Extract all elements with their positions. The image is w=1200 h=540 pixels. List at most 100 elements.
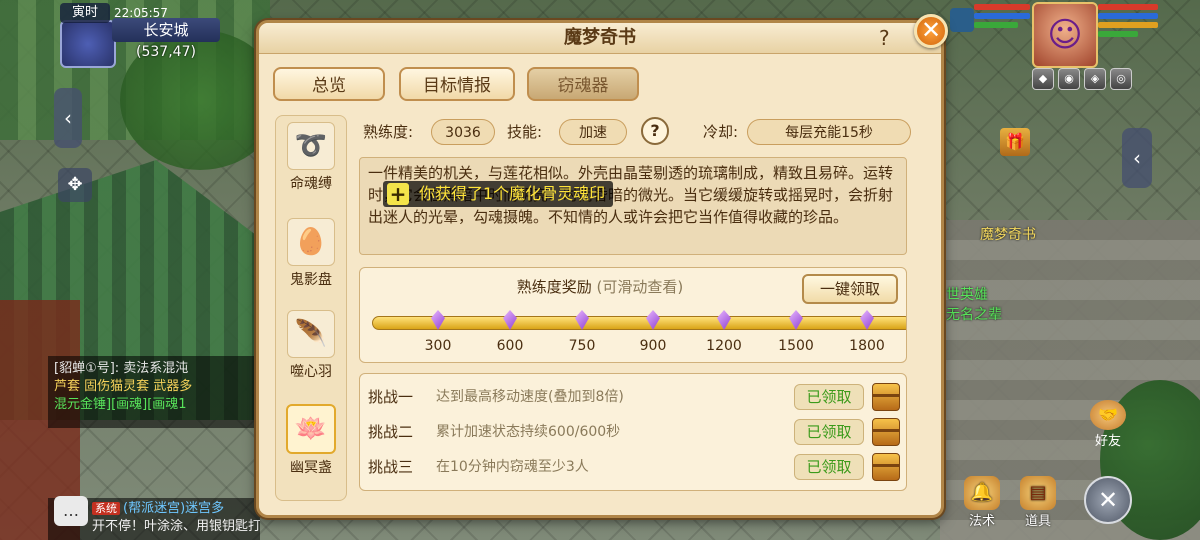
feather-icon: 🪶 <box>287 310 335 358</box>
buff-icon[interactable]: ◆ <box>1032 68 1054 90</box>
artifact-label: 噬心羽 <box>290 364 332 380</box>
tab-target-intel[interactable]: 目标情报 <box>399 67 515 101</box>
artifact-item-feather[interactable]: 🪶 噬心羽 <box>282 310 340 381</box>
chat-line: 开不停！叶涂涂、用银钥匙打开了 <box>92 519 260 534</box>
artifact-item-lamp[interactable]: 🪷 幽冥盏 <box>282 404 340 477</box>
challenge-name: 挑战二 <box>368 423 414 441</box>
npc-title: 无名之辈 <box>946 307 1002 323</box>
proficiency-label: 熟练度: <box>363 123 414 141</box>
friends-button[interactable]: 🤝 好友 <box>1086 400 1130 449</box>
npc-title: 世英雄 <box>946 287 988 303</box>
npc-name: 魔梦奇书 <box>980 227 1036 243</box>
chat-bubble-icon[interactable]: … <box>54 496 88 526</box>
milestone-label: 1800 <box>849 338 885 354</box>
location-coords: (537,47) <box>136 44 196 60</box>
collapse-menu-button[interactable]: ✕ <box>1084 476 1132 524</box>
reward-title: 熟练度奖励 (可滑动查看) <box>360 276 840 297</box>
milestone-gem-icon[interactable] <box>574 310 590 332</box>
items-button[interactable]: ▤ 道具 <box>1018 476 1058 529</box>
buff-icons: ◆ ◉ ◈ ◎ <box>1032 68 1132 90</box>
artifact-item-rope[interactable]: ➰ 命魂缚 <box>282 122 340 193</box>
handshake-icon: 🤝 <box>1090 400 1126 430</box>
cooldown-value: 每层充能15秒 <box>747 119 911 145</box>
milestone-gem-icon[interactable] <box>645 310 661 332</box>
challenge-list: 挑战一 达到最高移动速度(叠加到8倍) 已领取 挑战二 累计加速状态持续600/… <box>359 373 907 491</box>
challenge-desc: 在10分钟内窃魂至少3人 <box>436 459 589 475</box>
claimed-button[interactable]: 已领取 <box>794 454 864 480</box>
dialog-title-bar: 魔梦奇书 ? <box>259 23 941 54</box>
challenge-row: 挑战一 达到最高移动速度(叠加到8倍) 已领取 <box>368 382 900 412</box>
expand-right-arrow-icon[interactable]: ‹ <box>1122 128 1152 188</box>
milestone-label: 1200 <box>706 338 742 354</box>
chat-panel[interactable]: [貂蝉①号]: 卖法系混沌 芦套 固伤猫灵套 武器多 混元金锤][画魂][画魂1 <box>48 356 260 428</box>
challenge-desc: 累计加速状态持续600/600秒 <box>436 424 621 440</box>
dialog-title: 魔梦奇书 <box>564 27 636 48</box>
gift-box-icon[interactable]: 🎁 <box>1000 128 1030 156</box>
proficiency-track <box>372 316 906 330</box>
treasure-chest-icon[interactable] <box>872 383 900 411</box>
artifact-list: ➰ 命魂缚 🥚 鬼影盘 🪶 噬心羽 🪷 幽冥盏 <box>275 115 347 501</box>
buff-icon[interactable]: ◎ <box>1110 68 1132 90</box>
claimed-button[interactable]: 已领取 <box>794 384 864 410</box>
location-name[interactable]: 长安城 <box>112 18 220 42</box>
friends-label: 好友 <box>1094 434 1121 449</box>
magic-book-dialog: 魔梦奇书 ? 总览 目标情报 窃魂器 ➰ 命魂缚 🥚 鬼影盘 🪶 噬心羽 🪷 幽… <box>256 20 944 518</box>
lotus-lamp-icon: 🪷 <box>286 404 336 454</box>
reward-title-text: 熟练度奖励 <box>516 278 592 296</box>
time-of-day-badge: 寅时 <box>60 3 110 23</box>
chat-line: 系统 (帮派迷宫)迷宫多 <box>92 500 254 518</box>
buff-icon[interactable]: ◈ <box>1084 68 1106 90</box>
treasure-chest-icon[interactable] <box>872 453 900 481</box>
close-dialog-button[interactable]: ✕ <box>914 14 948 48</box>
claimed-button[interactable]: 已领取 <box>794 419 864 445</box>
reward-subtitle: (可滑动查看) <box>596 278 684 296</box>
artifact-item-disc[interactable]: 🥚 鬼影盘 <box>282 218 340 289</box>
challenge-name: 挑战一 <box>368 388 414 406</box>
minimap-button[interactable] <box>60 20 116 68</box>
toast-text: 你获得了1个魔化骨灵魂印 <box>419 184 606 203</box>
tab-soul-stealer[interactable]: 窃魂器 <box>527 67 639 101</box>
player-status-bars <box>1098 4 1158 40</box>
treasure-chest-icon: ▤ <box>1020 476 1056 510</box>
skill-label: 技能: <box>507 123 543 141</box>
milestone-gem-icon[interactable] <box>788 310 804 332</box>
cooldown-label: 冷却: <box>703 123 739 141</box>
milestone-gem-icon[interactable] <box>430 310 446 332</box>
move-arrows-icon[interactable]: ✥ <box>58 168 92 202</box>
artifact-label: 鬼影盘 <box>290 272 332 288</box>
system-tag: 系统 <box>92 502 120 515</box>
buff-icon[interactable]: ◉ <box>1058 68 1080 90</box>
chat-line: 芦套 固伤猫灵套 武器多 <box>54 379 193 394</box>
artifact-detail: 熟练度: 3036 技能: 加速 ? 冷却: 每层充能15秒 一件精美的机关，与… <box>355 115 915 499</box>
tab-overview[interactable]: 总览 <box>273 67 385 101</box>
expand-left-arrow-icon[interactable]: ‹ <box>54 88 82 148</box>
player-avatar[interactable]: ☺ <box>1032 2 1098 68</box>
rope-icon: ➰ <box>287 122 335 170</box>
skills-label: 法术 <box>968 514 995 529</box>
milestone-label: 750 <box>568 338 596 354</box>
skill-help-icon[interactable]: ? <box>641 117 669 145</box>
challenge-row: 挑战二 累计加速状态持续600/600秒 已领取 <box>368 417 900 447</box>
challenge-desc: 达到最高移动速度(叠加到8倍) <box>436 389 624 405</box>
reward-toast: + 你获得了1个魔化骨灵魂印 <box>383 181 614 207</box>
challenge-name: 挑战三 <box>368 458 414 476</box>
milestone-label: 600 <box>496 338 524 354</box>
challenge-row: 挑战三 在10分钟内窃魂至少3人 已领取 <box>368 452 900 482</box>
milestone-label: 900 <box>639 338 667 354</box>
bell-icon: 🔔 <box>964 476 1000 510</box>
plus-icon: + <box>387 183 409 205</box>
milestone-gem-icon[interactable] <box>859 310 875 332</box>
chat-text: (帮派迷宫)迷宫多 <box>123 501 225 516</box>
help-icon[interactable]: ? <box>879 25 890 51</box>
milestone-label: 1500 <box>778 338 814 354</box>
treasure-chest-icon[interactable] <box>872 418 900 446</box>
milestone-gem-icon[interactable] <box>502 310 518 332</box>
milestone-gem-icon[interactable] <box>716 310 732 332</box>
red-disc-icon: 🥚 <box>287 218 335 266</box>
skills-button[interactable]: 🔔 法术 <box>962 476 1002 529</box>
claim-all-button[interactable]: 一键领取 <box>802 274 898 304</box>
pet-avatar[interactable] <box>950 8 974 32</box>
skill-value: 加速 <box>559 119 627 145</box>
proficiency-reward-panel[interactable]: 熟练度奖励 (可滑动查看) 一键领取 300 600 750 900 1200 … <box>359 267 907 363</box>
chat-line: 混元金锤][画魂][画魂1 <box>54 397 187 412</box>
